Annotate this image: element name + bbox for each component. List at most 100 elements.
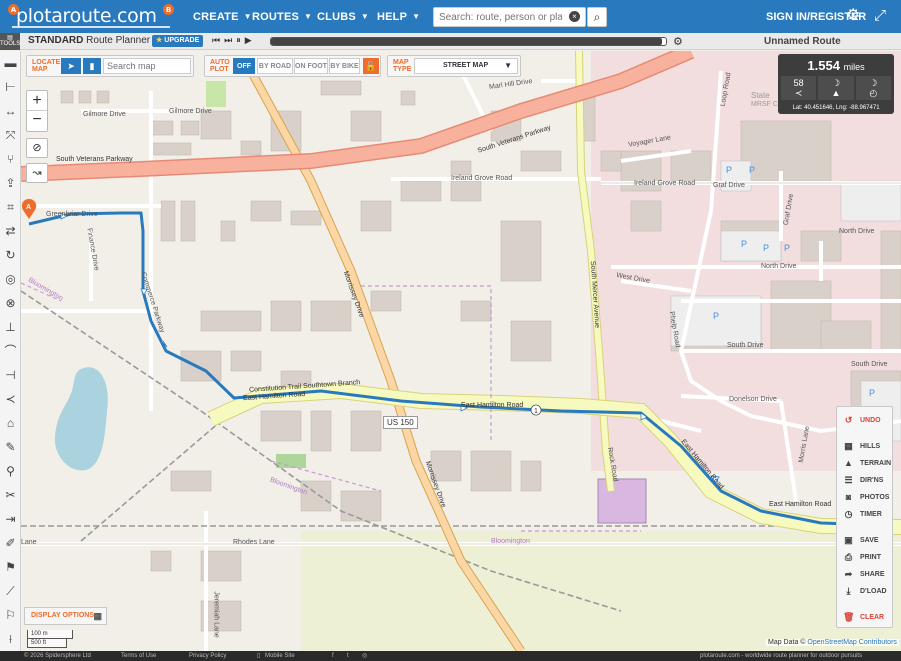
undo-button[interactable]: ↺ UNDO — [843, 413, 881, 427]
label-north: North Drive — [839, 228, 875, 235]
planner-mode: STANDARD — [28, 35, 84, 46]
bridge-icon[interactable]: ⌒ — [2, 343, 19, 360]
maptype-select[interactable]: STREET MAP ▼ — [414, 58, 518, 74]
map-search-input[interactable] — [103, 58, 191, 74]
logo[interactable]: A plotaroute.com B — [8, 4, 174, 28]
facebook-icon[interactable]: f — [332, 651, 334, 661]
site-search: × — [433, 7, 586, 27]
cancel-point-icon[interactable]: ⊗ — [2, 295, 19, 312]
locate-pin-icon[interactable]: ⚲ — [2, 463, 19, 480]
bookmark-icon[interactable]: ▮ — [83, 58, 101, 74]
map-canvas[interactable]: 1 A P P P P P P P South Veterans Parkway Sout… — [21, 51, 901, 651]
directions-label: DIR'NS — [860, 476, 884, 484]
fork-icon[interactable]: ⑂ — [2, 151, 19, 168]
points-count: 58 — [793, 78, 804, 88]
farmland — [301, 531, 901, 651]
share-button[interactable]: ➦ SHARE — [843, 567, 885, 581]
site-search-input[interactable] — [434, 8, 562, 26]
draw-icon[interactable]: ✐ — [2, 535, 19, 552]
mobile-icon: ▯ — [257, 653, 261, 659]
hills-button[interactable]: ▦ HILLS — [843, 439, 880, 453]
width-icon[interactable]: ⊣ — [2, 367, 19, 384]
reverse-icon[interactable]: ⇄ — [2, 223, 19, 240]
autoplot-on-foot[interactable]: ON FOOT — [294, 58, 328, 74]
shield-us150: US 150 — [383, 416, 418, 429]
autoplot-by-road[interactable]: BY ROAD — [257, 58, 293, 74]
timer-icon: ◷ — [844, 508, 853, 519]
upload-icon[interactable]: ⇪ — [2, 175, 19, 192]
pause-icon[interactable]: ⏸ — [236, 35, 241, 46]
zoom-in-button[interactable]: + — [27, 91, 47, 111]
attribution-link[interactable]: OpenStreetMap Contributors — [807, 639, 897, 646]
timer-button[interactable]: ◷ TIMER — [843, 507, 882, 521]
save-button[interactable]: ▣ SAVE — [843, 533, 878, 547]
download-button[interactable]: ⤓ D'LOAD — [843, 584, 887, 598]
autoplot-off[interactable]: OFF — [233, 58, 255, 74]
footer-mobile-link[interactable]: Mobile Site — [265, 651, 295, 661]
loop-icon[interactable]: ↻ — [2, 247, 19, 264]
menu-clubs[interactable]: CLUBS ▼ — [317, 0, 369, 33]
fullscreen-icon[interactable]: ⤢ — [874, 8, 886, 24]
lock-icon[interactable]: ⌂ — [2, 415, 19, 432]
points-cell[interactable]: 58 ≺ — [781, 76, 817, 100]
footer-privacy-link[interactable]: Privacy Policy — [189, 651, 226, 661]
time-cell[interactable]: ☽ ◴ — [855, 76, 891, 100]
skip-start-icon[interactable]: ⏮ — [212, 35, 220, 46]
lock-open-icon[interactable]: 🔓 — [363, 58, 379, 74]
svg-text:P: P — [869, 388, 875, 398]
instagram-icon[interactable]: ◎ — [362, 651, 367, 661]
caret-down-icon: ▼ — [243, 12, 252, 21]
play-icon[interactable]: ▶ — [245, 35, 252, 46]
target-icon[interactable]: ◎ — [2, 271, 19, 288]
resize-horizontal-icon[interactable]: ↔ — [2, 103, 19, 120]
hills-label: HILLS — [860, 442, 881, 450]
scissors-icon[interactable]: ✂ — [2, 487, 19, 504]
settings-gear-icon[interactable]: ⚙ — [846, 8, 860, 24]
zoom-out-button[interactable]: − — [27, 111, 47, 131]
terrain-button[interactable]: ▲ TERRAIN — [843, 456, 891, 470]
playback-settings-icon[interactable]: ⚙ — [673, 35, 683, 48]
maptype-value: STREET MAP — [443, 62, 489, 69]
display-options-button[interactable]: DISPLAY OPTIONS ▦ — [24, 607, 107, 625]
tools-toggle[interactable]: ▤ TOOLS — [0, 33, 20, 50]
route-path-icon[interactable]: ↝ — [26, 163, 48, 183]
join-icon[interactable]: ⇥ — [2, 511, 19, 528]
upgrade-button[interactable]: ★ UPGRADE — [152, 35, 204, 47]
wand-icon[interactable]: ⟊ — [2, 631, 19, 648]
skip-end-icon[interactable]: ⏭ — [224, 35, 232, 46]
no-location-icon[interactable]: ⊘ — [26, 138, 48, 158]
route-name[interactable]: Unnamed Route — [764, 36, 841, 47]
distance-readout: 1.554 miles — [778, 58, 894, 73]
menu-help[interactable]: HELP ▼ — [377, 0, 420, 33]
twitter-icon[interactable]: t — [347, 651, 349, 661]
playback-progress-fill — [271, 38, 663, 45]
clear-search-icon[interactable]: × — [569, 11, 580, 22]
flag-icon[interactable]: ⚐ — [2, 607, 19, 624]
pin-icon[interactable]: ⚑ — [2, 559, 19, 576]
locate-me-icon[interactable]: ➤ — [61, 58, 81, 74]
moon-icon: ☽ — [869, 78, 878, 88]
directions-button[interactable]: ☰ DIR'NS — [843, 473, 883, 487]
search-button[interactable]: ⌕ — [587, 7, 607, 27]
pen-icon[interactable]: ✎ — [2, 439, 19, 456]
label-gilmore-2: Gilmore Drive — [169, 108, 212, 115]
share-node-icon[interactable]: ≺ — [2, 391, 19, 408]
photos-button[interactable]: ◙ PHOTOS — [843, 490, 890, 504]
autoplot-by-bike[interactable]: BY BIKE — [329, 58, 360, 74]
branch-icon[interactable]: ⤧ — [2, 127, 19, 144]
align-left-icon[interactable]: ⊢ — [2, 79, 19, 96]
print-button[interactable]: ⎙ PRINT — [843, 550, 881, 564]
label-svp-west: South Veterans Parkway — [56, 156, 133, 163]
clear-button[interactable]: 🗑 CLEAR — [843, 610, 884, 624]
menu-create[interactable]: CREATE ▼ — [193, 0, 252, 33]
label-ehr-4: East Hamilton Road — [769, 501, 832, 508]
measure-icon[interactable]: ⟋ — [2, 583, 19, 600]
menu-routes[interactable]: ROUTES ▼ — [252, 0, 312, 33]
comment-icon[interactable]: ▬ — [2, 55, 19, 72]
footer-terms-link[interactable]: Terms of Use — [121, 651, 156, 661]
crop-icon[interactable]: ⌗ — [2, 199, 19, 216]
start-marker[interactable]: A — [21, 199, 37, 219]
marker-icon[interactable]: ⊥ — [2, 319, 19, 336]
playback-progress[interactable] — [270, 37, 667, 46]
ascent-cell[interactable]: ☽ ▲ — [818, 76, 854, 100]
